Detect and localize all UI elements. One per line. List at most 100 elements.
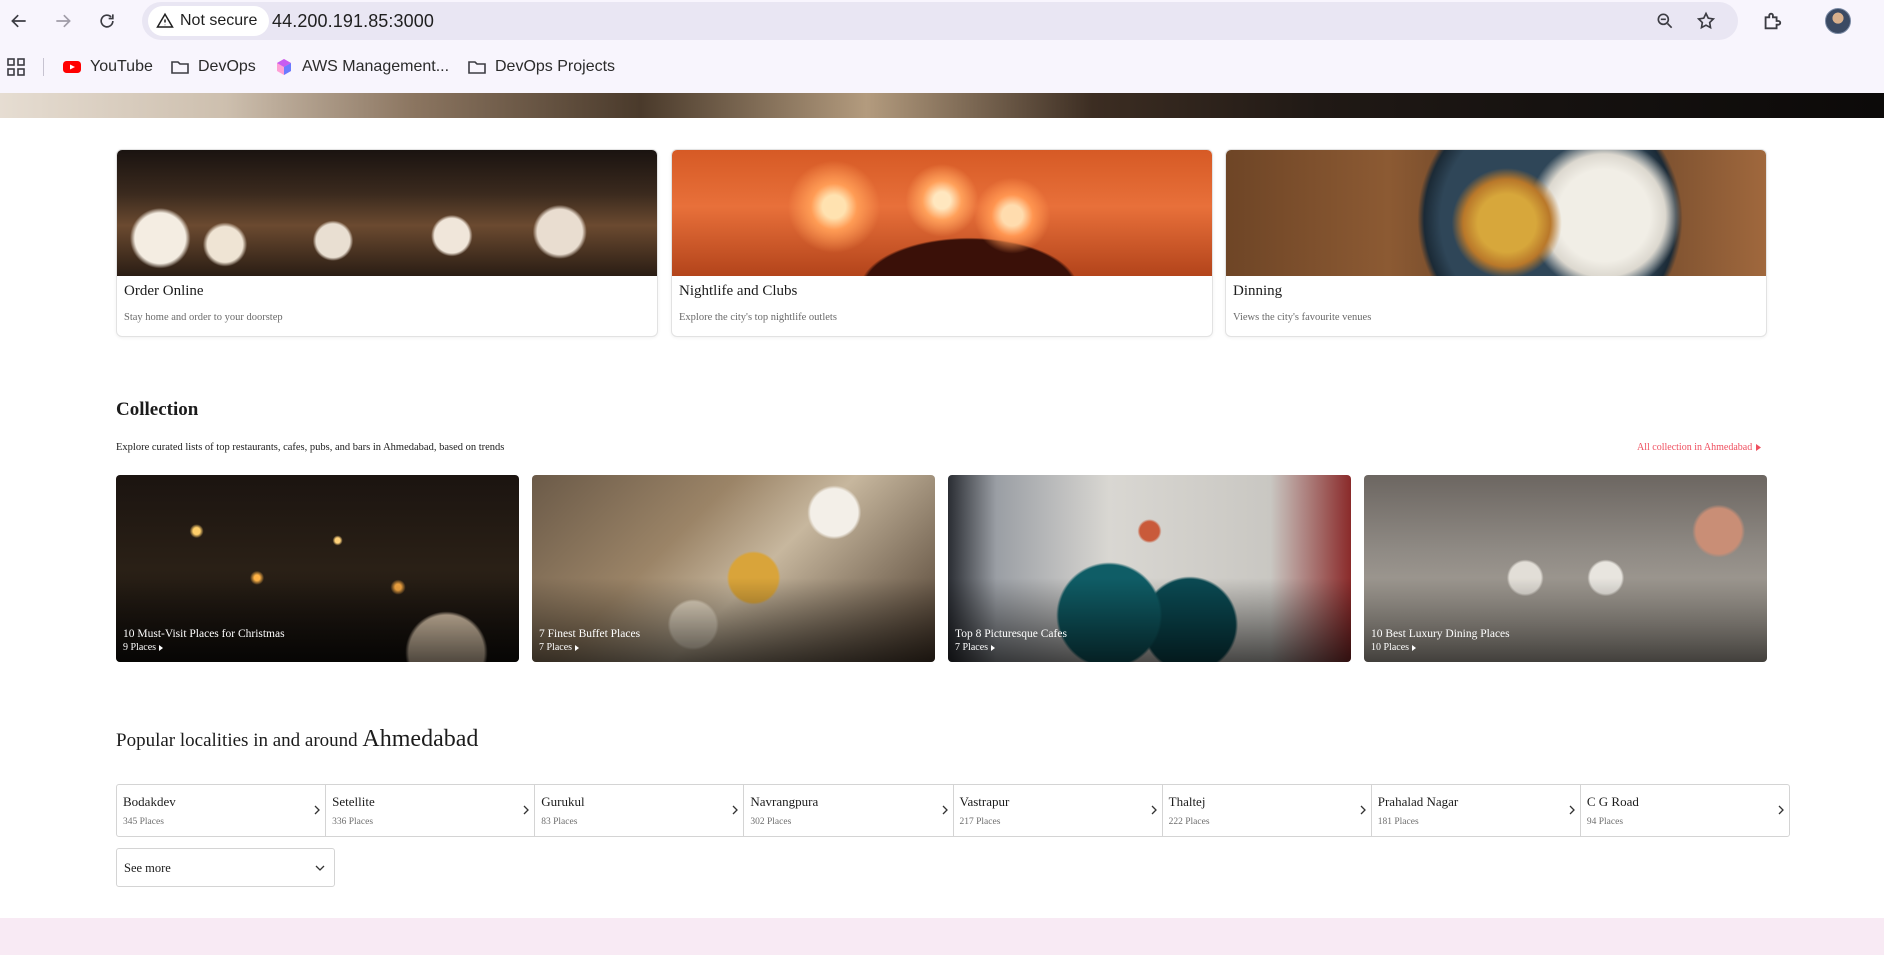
locality-item[interactable]: Thaltej 222 Places — [1163, 785, 1372, 836]
locality-name: Navrangpura — [750, 794, 819, 809]
star-icon — [1696, 11, 1716, 30]
collection-card-cafes[interactable]: Top 8 Picturesque Cafes 7 Places — [948, 475, 1351, 662]
collection-name: 10 Must-Visit Places for Christmas — [123, 628, 285, 640]
chevron-right-icon — [314, 805, 321, 815]
locality-item[interactable]: Vastrapur 217 Places — [954, 785, 1163, 836]
locality-item[interactable]: Prahalad Nagar 181 Places — [1372, 785, 1581, 836]
locality-item[interactable]: Gurukul 83 Places — [535, 785, 745, 836]
caret-right-icon — [1756, 444, 1762, 451]
collection-count-label: 10 Places — [1371, 642, 1410, 653]
chevron-right-icon — [1569, 805, 1575, 815]
puzzle-icon — [1764, 12, 1782, 30]
youtube-icon — [63, 61, 81, 73]
hero-banner-image — [0, 93, 1884, 118]
apps-grid-icon[interactable] — [6, 57, 26, 77]
bookmark-label: DevOps — [198, 58, 256, 75]
forward-button[interactable] — [48, 6, 78, 36]
bookmark-label: AWS Management... — [302, 58, 450, 75]
bookmark-youtube[interactable]: YouTube — [62, 55, 153, 79]
collection-count: 9 Places — [123, 642, 164, 653]
locality-item[interactable]: Navrangpura 302 Places — [744, 785, 954, 836]
url-text[interactable]: 44.200.191.85:3000 — [272, 11, 434, 32]
locality-count: 83 Places — [541, 817, 578, 827]
caret-right-icon — [991, 644, 996, 651]
feature-card-nightlife[interactable]: Nightlife and Clubs Explore the city's t… — [671, 149, 1213, 337]
locality-name: Gurukul — [541, 794, 585, 809]
collection-count: 10 Places — [1371, 642, 1417, 653]
feature-title: Dinning — [1233, 283, 1283, 299]
locality-count: 302 Places — [750, 817, 792, 827]
chevron-down-icon — [315, 865, 325, 871]
locality-item[interactable]: C G Road 94 Places — [1581, 785, 1789, 836]
collection-name: Top 8 Picturesque Cafes — [955, 628, 1067, 640]
all-collections-link[interactable]: All collection in Ahmedabad — [1637, 442, 1762, 453]
zoom-button[interactable] — [1652, 8, 1678, 34]
reload-button[interactable] — [92, 6, 122, 36]
collection-count: 7 Places — [955, 642, 996, 653]
localities-grid: Bodakdev 345 Places Setellite 336 Places… — [116, 784, 1790, 837]
folder-icon — [171, 61, 189, 74]
address-bar[interactable]: Not secure 44.200.191.85:3000 — [142, 2, 1738, 40]
bookmarks-bar: YouTube DevOps AWS Management... DevOps … — [0, 52, 1884, 82]
feature-card-dinning[interactable]: Dinning Views the city's favourite venue… — [1225, 149, 1767, 337]
locality-count: 336 Places — [332, 817, 374, 827]
security-label: Not secure — [180, 12, 258, 29]
profile-avatar[interactable] — [1825, 8, 1851, 34]
locality-count: 94 Places — [1586, 817, 1624, 827]
feature-subtitle: Views the city's favourite venues — [1233, 312, 1372, 323]
collection-heading: Collection — [116, 399, 199, 420]
locality-name: Vastrapur — [959, 794, 1010, 809]
bookmark-devops[interactable]: DevOps — [170, 55, 256, 79]
feature-image — [1226, 150, 1766, 276]
locality-count: 217 Places — [959, 817, 1001, 827]
see-more-label: See more — [124, 861, 171, 875]
collection-card-luxury[interactable]: 10 Best Luxury Dining Places 10 Places — [1364, 475, 1767, 662]
security-indicator[interactable]: Not secure — [148, 6, 270, 36]
caret-right-icon — [159, 644, 164, 651]
bookmark-label: DevOps Projects — [495, 58, 616, 75]
chevron-right-icon — [523, 805, 530, 815]
footer-band — [0, 918, 1884, 955]
collection-description: Explore curated lists of top restaurants… — [116, 442, 505, 453]
caret-right-icon — [1412, 644, 1417, 651]
locality-count: 181 Places — [1377, 817, 1419, 827]
collection-name: 7 Finest Buffet Places — [539, 628, 641, 640]
locality-item[interactable]: Setellite 336 Places — [326, 785, 536, 836]
collection-card-buffet[interactable]: 7 Finest Buffet Places 7 Places — [532, 475, 935, 662]
all-collections-label: All collection in Ahmedabad — [1637, 442, 1753, 453]
extensions-button[interactable] — [1757, 6, 1787, 36]
browser-chrome: Not secure 44.200.191.85:3000 YouTube De… — [0, 0, 1884, 93]
chevron-right-icon — [1360, 805, 1366, 815]
back-button[interactable] — [4, 6, 34, 36]
feature-title: Order Online — [124, 283, 204, 299]
feature-title: Nightlife and Clubs — [679, 283, 798, 299]
localities-heading-city: Ahmedabad — [362, 726, 479, 752]
collection-count-label: 7 Places — [955, 642, 989, 653]
chevron-right-icon — [942, 805, 948, 815]
warning-triangle-icon — [156, 12, 174, 28]
locality-name: Prahalad Nagar — [1377, 794, 1459, 809]
bookmark-devops-projects[interactable]: DevOps Projects — [467, 55, 615, 79]
collection-card-christmas[interactable]: 10 Must-Visit Places for Christmas 9 Pla… — [116, 475, 519, 662]
locality-name: Setellite — [332, 794, 375, 809]
collection-name: 10 Best Luxury Dining Places — [1371, 628, 1510, 640]
bookmark-label: YouTube — [90, 58, 153, 75]
arrow-left-icon — [11, 14, 26, 28]
locality-item[interactable]: Bodakdev 345 Places — [117, 785, 327, 836]
see-more-button[interactable]: See more — [116, 848, 335, 887]
feature-image — [672, 150, 1212, 276]
localities-heading-prefix: Popular localities in and around — [116, 730, 363, 751]
bookmarks-separator — [43, 58, 44, 76]
chevron-right-icon — [732, 805, 739, 815]
feature-subtitle: Stay home and order to your doorstep — [124, 312, 283, 323]
bookmark-star-button[interactable] — [1693, 8, 1719, 34]
folder-icon — [468, 61, 486, 74]
feature-subtitle: Explore the city's top nightlife outlets — [679, 312, 837, 323]
feature-card-order-online[interactable]: Order Online Stay home and order to your… — [116, 149, 658, 337]
bookmark-aws-management[interactable]: AWS Management... — [274, 55, 449, 79]
reload-icon — [100, 14, 114, 28]
localities-heading: Popular localities in and around Ahmedab… — [116, 726, 478, 753]
locality-name: Thaltej — [1168, 794, 1206, 809]
locality-count: 345 Places — [123, 817, 164, 827]
locality-count: 222 Places — [1168, 817, 1210, 827]
